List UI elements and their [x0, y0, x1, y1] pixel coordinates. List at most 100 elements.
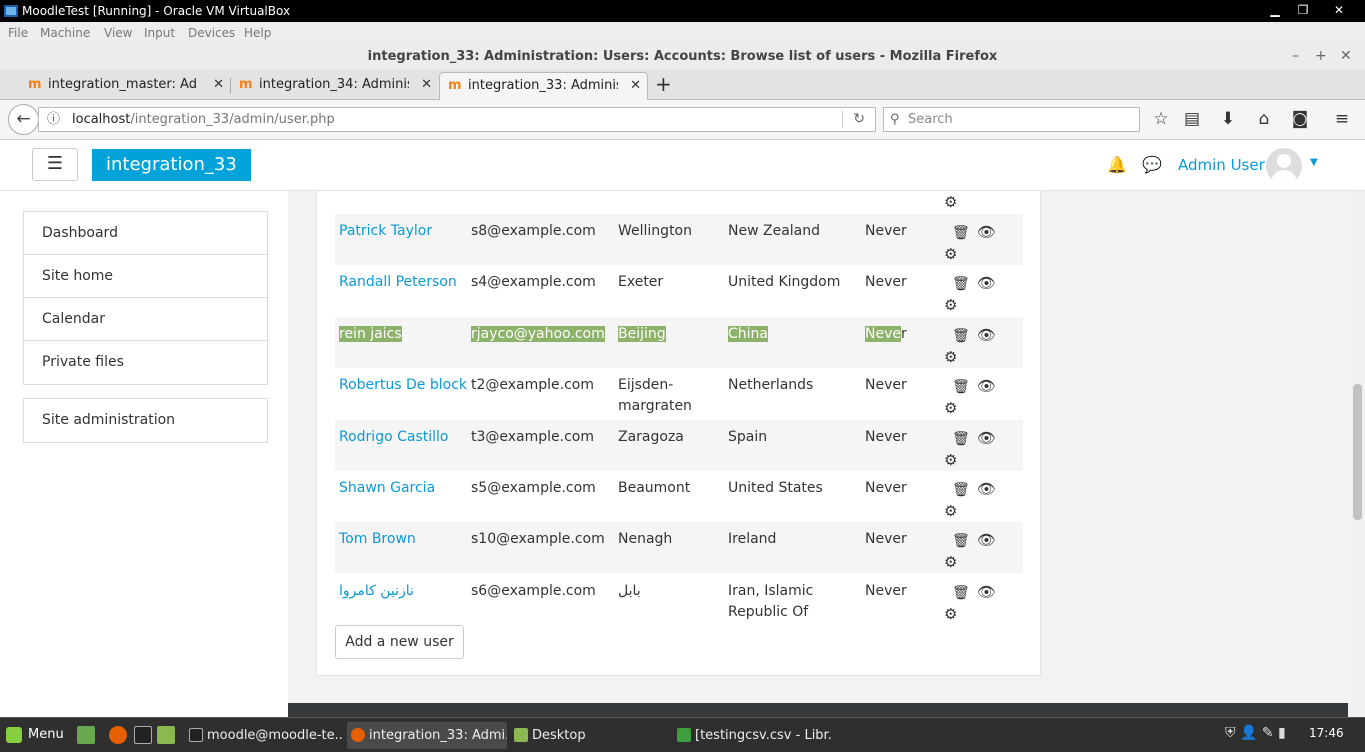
clock[interactable]: 17:46 [1309, 726, 1344, 740]
menu-devices[interactable]: Devices [188, 26, 235, 40]
delete-icon[interactable]: 🗑 [952, 377, 970, 398]
url-path: /integration_33/admin/user.php [130, 112, 335, 127]
taskbar-window-firefox[interactable]: integration_33: Admi... [347, 722, 507, 749]
menu-input[interactable]: Input [144, 26, 175, 40]
search-placeholder: Search [908, 112, 953, 127]
minimize-button[interactable]: ▁ [1262, 1, 1288, 19]
menu-machine[interactable]: Machine [40, 26, 90, 40]
scrollbar-thumb[interactable] [1353, 384, 1362, 520]
chevron-down-icon[interactable]: ▼ [1310, 157, 1318, 168]
terminal-icon[interactable] [134, 726, 152, 744]
user-menu-name[interactable]: Admin User [1178, 156, 1265, 174]
delete-icon[interactable]: 🗑 [952, 429, 970, 450]
nav-item-dashboard[interactable]: Dashboard [24, 212, 267, 255]
menu-icon[interactable]: ≡ [1331, 109, 1353, 129]
site-name[interactable]: integration_33 [92, 149, 251, 181]
info-icon[interactable]: ⓘ [47, 108, 60, 131]
delete-icon[interactable]: 🗑 [952, 583, 970, 604]
back-button[interactable]: ← [8, 104, 39, 135]
taskbar-window-terminal[interactable]: moodle@moodle-te... [185, 722, 343, 749]
firefox-close-button[interactable]: ✕ [1340, 48, 1352, 64]
start-menu-button[interactable]: Menu [6, 723, 64, 747]
add-new-user-button[interactable]: Add a new user [335, 625, 464, 659]
nav-item-private-files[interactable]: Private files [24, 341, 267, 384]
tab-integration-34[interactable]: m integration_34: Administrati ✕ [231, 72, 438, 100]
nav-item-calendar[interactable]: Calendar [24, 298, 267, 341]
user-name-link[interactable]: Robertus De block [339, 375, 467, 396]
view-eye-icon[interactable]: 👁 [977, 273, 996, 294]
gear-icon[interactable]: ⚙ [944, 347, 957, 368]
taskbar-window-desktop[interactable]: Desktop [510, 722, 670, 749]
table-row: Randall Peterson s4@example.com Exeter U… [335, 265, 1023, 316]
user-name-link[interactable]: Shawn Garcia [339, 478, 435, 499]
vbox-title-bar: MoodleTest [Running] - Oracle VM Virtual… [0, 0, 1365, 22]
menu-file[interactable]: File [8, 26, 28, 40]
notifications-bell-icon[interactable]: 🔔 [1107, 155, 1127, 174]
view-eye-icon[interactable]: 👁 [977, 325, 996, 346]
nav-item-site-home[interactable]: Site home [24, 255, 267, 298]
view-eye-icon[interactable]: 👁 [977, 222, 996, 243]
view-eye-icon[interactable]: 👁 [977, 530, 996, 551]
taskbar-window-libreoffice[interactable]: [testingcsv.csv - Libr... [673, 722, 833, 749]
table-row: Robertus De block t2@example.com Eijsden… [335, 368, 1023, 419]
delete-icon[interactable]: 🗑 [952, 480, 970, 501]
tab-close-icon[interactable]: ✕ [213, 72, 224, 98]
pocket-icon[interactable]: ◙ [1289, 109, 1311, 129]
user-name-link[interactable]: rein jaics [339, 324, 402, 345]
delete-icon[interactable]: 🗑 [952, 274, 970, 295]
gear-icon[interactable]: ⚙ [944, 552, 957, 573]
gear-icon[interactable]: ⚙ [944, 295, 957, 316]
reading-list-icon[interactable]: ▤ [1181, 109, 1203, 129]
drawer-toggle-button[interactable]: ☰ [32, 148, 78, 181]
gear-icon[interactable]: ⚙ [944, 450, 957, 471]
gear-icon[interactable]: ⚙ [944, 244, 957, 265]
search-bar[interactable]: ⚲ Search [883, 107, 1140, 132]
nav-item-site-administration[interactable]: Site administration [24, 399, 267, 442]
tools-icon[interactable]: ✎ [1262, 725, 1274, 741]
firefox-maximize-button[interactable]: + [1315, 48, 1327, 64]
shield-icon[interactable]: ⛨ [1225, 725, 1236, 741]
bookmark-star-icon[interactable]: ☆ [1150, 109, 1172, 129]
taskbar-window-label: moodle@moodle-te... [207, 728, 343, 743]
avatar[interactable] [1266, 148, 1302, 184]
gear-icon[interactable]: ⚙ [944, 604, 957, 625]
user-name-link[interactable]: Rodrigo Castillo [339, 427, 448, 448]
last-access-rest: r [900, 326, 907, 342]
user-name-link[interactable]: Patrick Taylor [339, 221, 432, 242]
gear-icon[interactable]: ⚙ [944, 501, 957, 522]
gear-icon[interactable]: ⚙ [944, 193, 957, 211]
battery-icon[interactable]: ▮ [1278, 725, 1286, 741]
user-name-link[interactable]: Randall Peterson [339, 272, 457, 293]
view-eye-icon[interactable]: 👁 [977, 479, 996, 500]
view-eye-icon[interactable]: 👁 [977, 582, 996, 603]
maximize-button[interactable]: ❐ [1290, 1, 1316, 19]
url-bar[interactable]: ⓘ localhost/integration_33/admin/user.ph… [38, 107, 876, 132]
home-icon[interactable]: ⌂ [1253, 109, 1275, 129]
menu-help[interactable]: Help [244, 26, 271, 40]
firefox-icon[interactable] [109, 726, 127, 744]
new-tab-button[interactable]: + [655, 72, 672, 96]
user-name-link[interactable]: نازنین کامروا [339, 581, 414, 602]
messages-chat-icon[interactable]: 💬 [1142, 155, 1162, 174]
view-eye-icon[interactable]: 👁 [977, 376, 996, 397]
downloads-icon[interactable]: ⬇ [1217, 109, 1239, 129]
tab-integration-33[interactable]: m integration_33: Administrati ✕ [439, 72, 648, 100]
view-eye-icon[interactable]: 👁 [977, 428, 996, 449]
tab-integration-master[interactable]: m integration_master: Admini ✕ [20, 72, 230, 100]
close-button[interactable]: ✕ [1326, 1, 1352, 19]
files-folder-icon[interactable] [157, 726, 175, 744]
show-desktop-icon[interactable] [77, 726, 95, 744]
tab-close-icon[interactable]: ✕ [421, 72, 432, 98]
firefox-minimize-button[interactable]: – [1292, 48, 1299, 64]
delete-icon[interactable]: 🗑 [952, 531, 970, 552]
firefox-window-title: integration_33: Administration: Users: A… [367, 49, 998, 64]
delete-icon[interactable]: 🗑 [952, 223, 970, 244]
user-icon[interactable]: 👤 [1240, 725, 1257, 741]
tab-close-icon[interactable]: ✕ [630, 73, 641, 99]
gear-icon[interactable]: ⚙ [944, 398, 957, 419]
delete-icon[interactable]: 🗑 [952, 326, 970, 347]
user-name-link[interactable]: Tom Brown [339, 529, 416, 550]
reload-icon[interactable]: ↻ [853, 108, 865, 131]
menu-view[interactable]: View [104, 26, 132, 40]
user-country: New Zealand [728, 223, 820, 239]
